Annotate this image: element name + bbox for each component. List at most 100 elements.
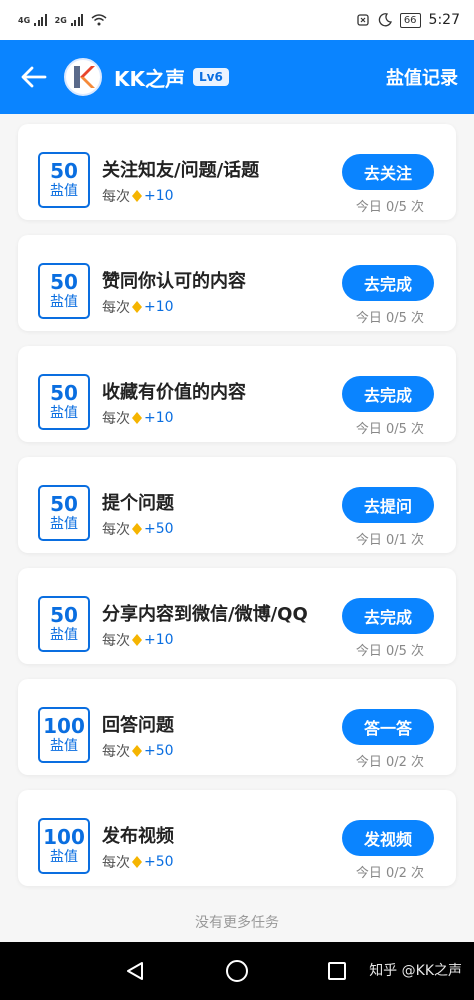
- task-card: 50 盐值 分享内容到微信/微博/QQ 每次 +10 去完成 今日 0/5 次: [18, 568, 456, 664]
- vibrate-icon: [357, 14, 369, 26]
- salt-icon: [132, 190, 142, 202]
- reward-value: +10: [144, 188, 174, 204]
- reward-prefix: 每次: [102, 300, 130, 316]
- reward-prefix: 每次: [102, 189, 130, 205]
- points-value: 50: [50, 492, 78, 516]
- task-title: 关注知友/问题/话题: [102, 160, 260, 181]
- task-card: 50 盐值 提个问题 每次 +50 去提问 今日 0/1 次: [18, 457, 456, 553]
- network-type-2: 2G: [54, 15, 67, 25]
- daily-progress: 今日 0/5 次: [355, 422, 424, 437]
- level-badge: Lv6: [193, 68, 229, 86]
- app-header: KK之声 Lv6 盐值记录: [0, 40, 474, 114]
- points-box: 50 盐值: [38, 152, 90, 208]
- clock: 5:27: [428, 12, 460, 28]
- daily-progress: 今日 0/2 次: [355, 866, 424, 881]
- task-reward: 每次 +10: [102, 408, 174, 428]
- nav-back-button[interactable]: [120, 956, 150, 986]
- answer-button[interactable]: 答一答: [342, 709, 434, 745]
- points-box: 100 盐值: [38, 818, 90, 874]
- task-reward: 每次 +50: [102, 852, 174, 872]
- reward-prefix: 每次: [102, 855, 130, 871]
- reward-prefix: 每次: [102, 522, 130, 538]
- daily-progress: 今日 0/5 次: [355, 200, 424, 215]
- reward-value: +10: [144, 410, 174, 426]
- points-value: 50: [50, 603, 78, 627]
- task-card: 100 盐值 回答问题 每次 +50 答一答 今日 0/2 次: [18, 679, 456, 775]
- complete-button[interactable]: 去完成: [342, 376, 434, 412]
- task-title: 赞同你认可的内容: [102, 271, 246, 292]
- task-title: 回答问题: [102, 715, 174, 736]
- points-unit: 盐值: [50, 738, 78, 754]
- watermark: 知乎 @KK之声: [369, 963, 462, 979]
- circle-home-icon: [226, 960, 248, 982]
- task-reward: 每次 +10: [102, 297, 174, 317]
- task-card: 50 盐值 赞同你认可的内容 每次 +10 去完成 今日 0/5 次: [18, 235, 456, 331]
- task-title: 提个问题: [102, 493, 174, 514]
- points-value: 50: [50, 270, 78, 294]
- nav-home-button[interactable]: [222, 956, 252, 986]
- points-box: 50 盐值: [38, 485, 90, 541]
- points-box: 50 盐值: [38, 374, 90, 430]
- task-reward: 每次 +10: [102, 630, 174, 650]
- follow-button[interactable]: 去关注: [342, 154, 434, 190]
- reward-prefix: 每次: [102, 411, 130, 427]
- task-reward: 每次 +50: [102, 519, 174, 539]
- signal-icon-2: [70, 14, 84, 26]
- moon-icon: [378, 13, 392, 27]
- complete-button[interactable]: 去完成: [342, 598, 434, 634]
- reward-prefix: 每次: [102, 633, 130, 649]
- points-value: 50: [50, 381, 78, 405]
- points-unit: 盐值: [50, 627, 78, 643]
- task-title: 分享内容到微信/微博/QQ: [102, 604, 308, 625]
- avatar[interactable]: [64, 58, 102, 96]
- signal-icon: [34, 14, 47, 26]
- task-reward: 每次 +50: [102, 741, 174, 761]
- points-unit: 盐值: [50, 183, 78, 199]
- salt-icon: [132, 523, 142, 535]
- task-card: 50 盐值 收藏有价值的内容 每次 +10 去完成 今日 0/5 次: [18, 346, 456, 442]
- points-box: 50 盐值: [38, 596, 90, 652]
- points-unit: 盐值: [50, 849, 78, 865]
- triangle-back-icon: [127, 962, 143, 980]
- reward-value: +50: [144, 521, 174, 537]
- complete-button[interactable]: 去完成: [342, 265, 434, 301]
- nav-recents-button[interactable]: [322, 956, 352, 986]
- kk-logo-icon: [74, 66, 95, 88]
- reward-prefix: 每次: [102, 744, 130, 760]
- points-value: 100: [43, 714, 85, 738]
- battery-level: 66: [399, 12, 421, 28]
- points-unit: 盐值: [50, 294, 78, 310]
- points-unit: 盐值: [50, 516, 78, 532]
- daily-progress: 今日 0/5 次: [355, 311, 424, 326]
- task-card: 50 盐值 关注知友/问题/话题 每次 +10 去关注 今日 0/5 次: [18, 124, 456, 220]
- reward-value: +10: [144, 299, 174, 315]
- daily-progress: 今日 0/1 次: [355, 533, 424, 548]
- post-video-button[interactable]: 发视频: [342, 820, 434, 856]
- ask-button[interactable]: 去提问: [342, 487, 434, 523]
- salt-records-link[interactable]: 盐值记录: [386, 64, 458, 90]
- salt-icon: [132, 634, 142, 646]
- reward-value: +50: [144, 743, 174, 759]
- daily-progress: 今日 0/2 次: [355, 755, 424, 770]
- daily-progress: 今日 0/5 次: [355, 644, 424, 659]
- reward-value: +10: [144, 632, 174, 648]
- no-more-tasks-text: 没有更多任务: [195, 915, 279, 931]
- status-left: 4G 2G: [18, 14, 107, 26]
- task-title: 收藏有价值的内容: [102, 382, 246, 403]
- salt-icon: [132, 745, 142, 757]
- network-type-1: 4G: [18, 15, 31, 25]
- task-reward: 每次 +10: [102, 186, 174, 206]
- points-box: 50 盐值: [38, 263, 90, 319]
- arrow-left-icon: [21, 66, 47, 88]
- salt-icon: [132, 412, 142, 424]
- points-value: 100: [43, 825, 85, 849]
- salt-icon: [132, 856, 142, 868]
- square-recents-icon: [328, 962, 346, 980]
- task-title: 发布视频: [102, 826, 174, 847]
- task-card: 100 盐值 发布视频 每次 +50 发视频 今日 0/2 次: [18, 790, 456, 886]
- back-button[interactable]: [16, 59, 52, 95]
- salt-icon: [132, 301, 142, 313]
- reward-value: +50: [144, 854, 174, 870]
- user-name: KK之声: [114, 66, 185, 91]
- system-nav-bar: 知乎 @KK之声: [0, 942, 474, 1000]
